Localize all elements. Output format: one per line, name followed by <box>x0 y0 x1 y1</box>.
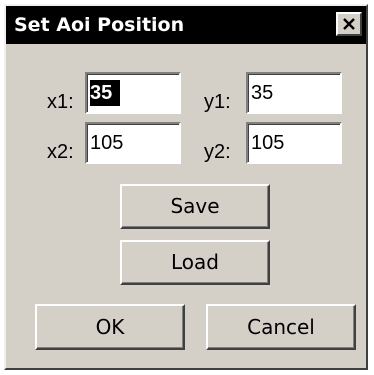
x2-input[interactable] <box>90 130 176 156</box>
ok-button[interactable]: OK <box>35 304 185 350</box>
save-button[interactable]: Save <box>120 184 270 229</box>
y1-field[interactable] <box>246 72 342 114</box>
load-button[interactable]: Load <box>120 240 270 285</box>
close-x-icon <box>343 18 355 30</box>
x2-label: x2: <box>47 141 74 163</box>
dialog-title: Set Aoi Position <box>14 14 185 36</box>
x1-label: x1: <box>47 91 74 113</box>
cancel-button-label: Cancel <box>247 315 315 339</box>
y2-field[interactable] <box>246 122 342 164</box>
y1-input[interactable] <box>251 80 337 106</box>
x1-field[interactable] <box>85 72 181 114</box>
x2-field[interactable] <box>85 122 181 164</box>
y2-input[interactable] <box>251 130 337 156</box>
cancel-button[interactable]: Cancel <box>206 304 356 350</box>
x1-input[interactable] <box>90 80 120 106</box>
close-button[interactable] <box>336 12 362 36</box>
ok-button-label: OK <box>95 315 125 339</box>
save-button-label: Save <box>170 194 220 218</box>
load-button-label: Load <box>171 250 219 274</box>
y1-label: y1: <box>204 91 231 113</box>
y2-label: y2: <box>204 141 231 163</box>
set-aoi-position-dialog: Set Aoi Position x1: y1: x2: y2: Save Lo… <box>4 4 368 370</box>
title-bar[interactable]: Set Aoi Position <box>6 6 366 44</box>
